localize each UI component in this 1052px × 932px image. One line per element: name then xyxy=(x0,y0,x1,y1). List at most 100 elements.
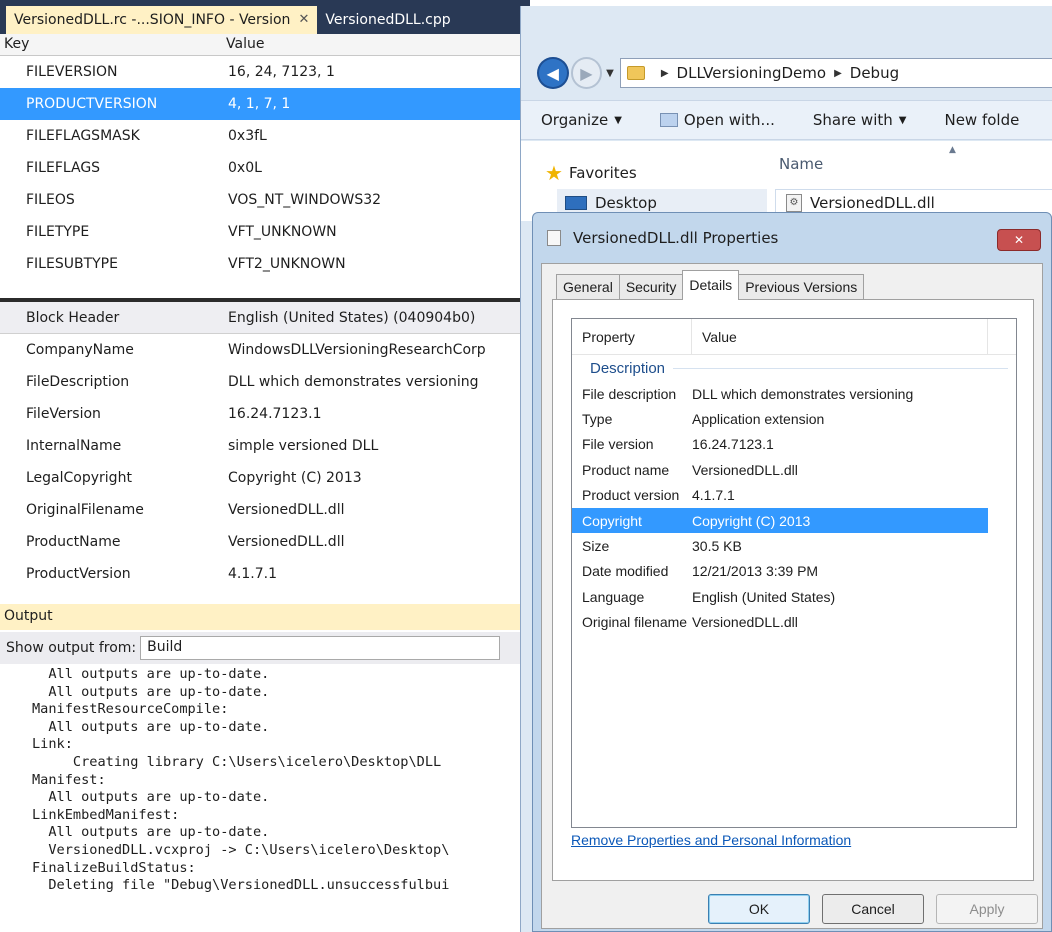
breadcrumb-debug[interactable]: Debug xyxy=(850,64,899,82)
address-bar[interactable]: ▶ DLLVersioningDemo ▶ Debug xyxy=(619,58,1052,88)
row-value[interactable]: 16.24.7123.1 xyxy=(222,406,322,422)
cancel-button[interactable]: Cancel xyxy=(822,894,924,924)
open-with-button[interactable]: Open with... xyxy=(659,111,775,129)
property-row[interactable]: File version 16.24.7123.1 xyxy=(572,432,988,457)
forward-arrow-icon[interactable]: ▶ xyxy=(570,57,603,89)
grid-row-filedescription[interactable]: FileDescription DLL which demonstrates ve… xyxy=(0,366,530,398)
grid-row-fileversion[interactable]: FILEVERSION 16, 24, 7123, 1 xyxy=(0,56,530,88)
value-column-header[interactable]: Value xyxy=(222,34,264,55)
grid-row-block-header[interactable]: Block Header English (United States) (040… xyxy=(0,302,530,334)
row-value[interactable]: DLL which demonstrates versioning xyxy=(222,374,479,390)
details-property-list[interactable]: Property Value Description File descript… xyxy=(571,318,1017,828)
grid-row-filesubtype[interactable]: FILESUBTYPE VFT2_UNKNOWN xyxy=(0,248,530,280)
description-group-header: Description xyxy=(572,355,1016,381)
desktop-icon xyxy=(565,196,587,210)
breadcrumb-arrow-icon[interactable]: ▶ xyxy=(834,68,842,79)
row-value[interactable]: English (United States) (040904b0) xyxy=(222,310,475,326)
tab-security[interactable]: Security xyxy=(618,274,684,300)
property-row[interactable]: Original filename VersionedDLL.dll xyxy=(572,610,988,635)
property-value: 16.24.7123.1 xyxy=(692,436,774,453)
row-key: LegalCopyright xyxy=(26,470,132,486)
open-with-icon xyxy=(659,113,678,127)
property-row[interactable]: Product name VersionedDLL.dll xyxy=(572,457,988,482)
property-name: Size xyxy=(582,538,610,555)
grid-row-productversion-string[interactable]: ProductVersion 4.1.7.1 xyxy=(0,558,530,590)
row-value[interactable]: 4.1.7.1 xyxy=(222,566,277,582)
grid-row-fileos[interactable]: FILEOS VOS_NT_WINDOWS32 xyxy=(0,184,530,216)
nav-favorites[interactable]: ★ Favorites xyxy=(545,161,637,185)
back-arrow-icon[interactable]: ◀ xyxy=(537,57,569,89)
row-key: ProductVersion xyxy=(26,566,131,582)
property-row[interactable]: Product version 4.1.7.1 xyxy=(572,483,988,508)
property-row[interactable]: Date modified 12/21/2013 3:39 PM xyxy=(572,559,988,584)
organize-button[interactable]: Organize ▼ xyxy=(541,111,622,129)
close-tab-icon[interactable]: ✕ xyxy=(298,6,309,34)
output-window-title: Output xyxy=(0,604,530,630)
property-value: Application extension xyxy=(692,411,825,428)
property-row[interactable]: Language English (United States) xyxy=(572,584,988,609)
grid-row-fileflags[interactable]: FILEFLAGS 0x0L xyxy=(0,152,530,184)
name-column-header[interactable]: Name xyxy=(779,155,823,173)
grid-row-companyname[interactable]: CompanyName WindowsDLLVersioningResearchC… xyxy=(0,334,530,366)
row-value[interactable]: 0x3fL xyxy=(222,128,267,144)
recent-pages-dropdown-icon[interactable]: ▼ xyxy=(606,68,614,79)
ok-button[interactable]: OK xyxy=(708,894,810,924)
row-value[interactable]: VersionedDLL.dll xyxy=(222,534,344,550)
new-folder-button[interactable]: New folde xyxy=(944,111,1019,129)
visual-studio-pane: VersionedDLL.rc -...SION_INFO - Version … xyxy=(0,0,530,932)
grid-row-fileversion-string[interactable]: FileVersion 16.24.7123.1 xyxy=(0,398,530,430)
property-row[interactable]: Type Application extension xyxy=(572,406,988,431)
dialog-title-bar[interactable]: VersionedDLL.dll Properties xyxy=(533,213,1051,263)
grid-row-internalname[interactable]: InternalName simple versioned DLL xyxy=(0,430,530,462)
property-column-header[interactable]: Property xyxy=(572,318,692,355)
row-key: FILESUBTYPE xyxy=(26,256,118,272)
breadcrumb-dllversioningdemo[interactable]: DLLVersioningDemo xyxy=(677,64,827,82)
property-value: 4.1.7.1 xyxy=(692,487,735,504)
property-value: 12/21/2013 3:39 PM xyxy=(692,563,819,580)
row-value[interactable]: Copyright (C) 2013 xyxy=(222,470,362,486)
row-value[interactable]: VersionedDLL.dll xyxy=(222,502,344,518)
chevron-down-icon: ▼ xyxy=(898,114,907,126)
property-value: VersionedDLL.dll xyxy=(692,614,798,631)
grid-row-filetype[interactable]: FILETYPE VFT_UNKNOWN xyxy=(0,216,530,248)
property-row[interactable]: Size 30.5 KB xyxy=(572,533,988,558)
value-column-header[interactable]: Value xyxy=(692,318,988,355)
key-column-header[interactable]: Key xyxy=(0,34,222,55)
tab-general[interactable]: General xyxy=(556,274,620,300)
row-value[interactable]: simple versioned DLL xyxy=(222,438,378,454)
group-label: Description xyxy=(590,359,666,377)
tab-versioneddll-cpp[interactable]: VersionedDLL.cpp xyxy=(317,6,458,34)
share-with-button[interactable]: Share with ▼ xyxy=(813,111,907,129)
row-key: FileVersion xyxy=(26,406,101,422)
tab-version-resource[interactable]: VersionedDLL.rc -...SION_INFO - Version … xyxy=(6,6,318,34)
row-value[interactable]: VOS_NT_WINDOWS32 xyxy=(222,192,381,208)
build-output-console[interactable]: All outputs are up-to-date. All outputs … xyxy=(0,666,530,932)
output-toolbar: Show output from: Build xyxy=(0,632,530,664)
row-value[interactable]: 16, 24, 7123, 1 xyxy=(222,64,335,80)
apply-button[interactable]: Apply xyxy=(936,894,1038,924)
grid-row-fileflagsmask[interactable]: FILEFLAGSMASK 0x3fL xyxy=(0,120,530,152)
grid-row-legalcopyright[interactable]: LegalCopyright Copyright (C) 2013 xyxy=(0,462,530,494)
navigation-pane: ★ Favorites Desktop xyxy=(535,141,767,221)
tab-details[interactable]: Details xyxy=(682,270,740,300)
row-value[interactable]: VFT2_UNKNOWN xyxy=(222,256,346,272)
property-row[interactable]: File description DLL which demonstrates v… xyxy=(572,381,988,406)
row-value[interactable]: 0x0L xyxy=(222,160,262,176)
output-line: Creating library C:\Users\icelero\Deskto… xyxy=(32,753,442,770)
property-row-selected[interactable]: Copyright Copyright (C) 2013 xyxy=(572,507,988,534)
breadcrumb-arrow-icon[interactable]: ▶ xyxy=(661,68,669,79)
grid-row-originalfilename[interactable]: OriginalFilename VersionedDLL.dll xyxy=(0,494,530,526)
property-name: Copyright xyxy=(582,512,642,529)
output-source-select[interactable]: Build xyxy=(140,636,501,660)
grid-row-productname[interactable]: ProductName VersionedDLL.dll xyxy=(0,526,530,558)
row-value[interactable]: VFT_UNKNOWN xyxy=(222,224,337,240)
grid-row-productversion[interactable]: PRODUCTVERSION 4, 1, 7, 1 xyxy=(0,88,530,120)
row-value[interactable]: 4, 1, 7, 1 xyxy=(222,96,290,112)
close-button[interactable]: ✕ xyxy=(997,229,1041,251)
remove-properties-link[interactable]: Remove Properties and Personal Informati… xyxy=(571,832,851,848)
chevron-down-icon: ▼ xyxy=(614,114,622,126)
tab-previous-versions[interactable]: Previous Versions xyxy=(738,274,865,300)
output-line: Deleting file "Debug\VersionedDLL.unsucc… xyxy=(32,877,450,894)
property-name: Language xyxy=(582,588,645,605)
row-value[interactable]: WindowsDLLVersioningResearchCorp xyxy=(222,342,486,358)
